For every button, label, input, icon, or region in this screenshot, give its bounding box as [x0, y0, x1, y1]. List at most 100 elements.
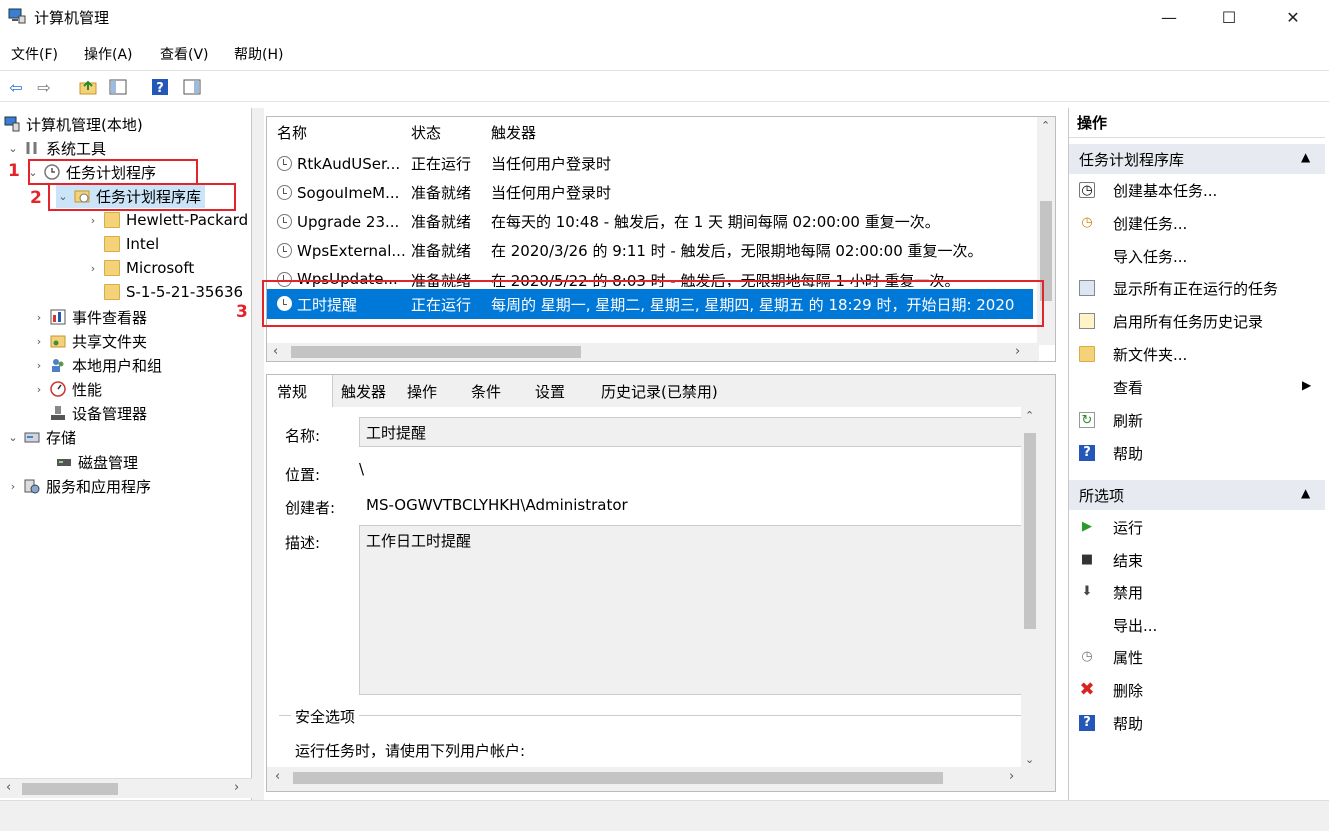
scroll-right-icon[interactable]: ›: [1009, 769, 1014, 784]
column-header-status[interactable]: 状态: [411, 117, 441, 147]
action-properties[interactable]: ◷ 属性: [1079, 642, 1143, 672]
annotation-box-2: [48, 183, 236, 211]
table-row[interactable]: WpsExternal... 准备就绪 在 2020/3/26 的 9:11 时…: [267, 236, 1033, 265]
tree-item-folder[interactable]: S-1-5-21-35636: [86, 280, 243, 304]
scroll-left-icon[interactable]: ‹: [273, 344, 278, 359]
tree-item-system-tools[interactable]: ⌄ 系统工具: [6, 136, 106, 160]
scrollbar-thumb[interactable]: [1024, 433, 1036, 629]
action-enable-history[interactable]: 启用所有任务历史记录: [1079, 306, 1263, 336]
tab-history[interactable]: 历史记录(已禁用): [601, 375, 718, 407]
scroll-up-icon[interactable]: ⌃: [1041, 119, 1050, 132]
chevron-down-icon[interactable]: ⌄: [6, 431, 20, 444]
task-trigger: 在 2020/3/26 的 9:11 时 - 触发后，无限期地每隔 02:00:…: [491, 242, 983, 260]
menu-file[interactable]: 文件(F): [11, 44, 58, 64]
action-import-task[interactable]: 导入任务...: [1079, 241, 1187, 271]
action-label: 帮助: [1113, 444, 1144, 463]
action-view[interactable]: 查看: [1079, 372, 1143, 402]
minimize-button[interactable]: —: [1146, 0, 1192, 34]
action-export[interactable]: 导出...: [1079, 610, 1157, 640]
chevron-right-icon[interactable]: ›: [86, 214, 100, 227]
submenu-arrow-icon[interactable]: ▶: [1302, 378, 1311, 392]
tree-item-local-users[interactable]: › 本地用户和组: [32, 353, 162, 377]
chevron-right-icon[interactable]: ›: [32, 359, 46, 372]
status-bar: [0, 800, 1329, 831]
tree-label: Microsoft: [126, 259, 195, 277]
section-task-library[interactable]: 任务计划程序库 ▲: [1069, 144, 1325, 174]
tree-item-folder[interactable]: Intel: [86, 232, 159, 256]
detail-horizontal-scrollbar[interactable]: ‹ ›: [267, 767, 1021, 789]
show-action-pane-icon[interactable]: [182, 77, 202, 97]
scrollbar-thumb[interactable]: [291, 346, 581, 358]
up-folder-icon[interactable]: [78, 77, 98, 97]
show-tree-icon[interactable]: [108, 77, 128, 97]
section-selected-item[interactable]: 所选项 ▲: [1069, 480, 1325, 510]
action-disable[interactable]: ⬇ 禁用: [1079, 577, 1143, 607]
tab-conditions[interactable]: 条件: [471, 375, 501, 407]
action-refresh[interactable]: ↻ 刷新: [1079, 405, 1143, 435]
left-horizontal-scrollbar[interactable]: ‹ ›: [0, 778, 252, 798]
tree-item-storage[interactable]: ⌄ 存储: [6, 425, 76, 449]
name-field[interactable]: 工时提醒: [359, 417, 1029, 447]
action-help[interactable]: ? 帮助: [1079, 708, 1143, 738]
tab-general[interactable]: 常规: [267, 375, 333, 407]
help-icon[interactable]: ?: [150, 77, 170, 97]
table-row[interactable]: SogouImeM... 准备就绪 当任何用户登录时: [267, 178, 1033, 207]
tab-actions[interactable]: 操作: [407, 375, 437, 407]
column-header-name[interactable]: 名称: [277, 117, 307, 147]
pane-splitter[interactable]: [252, 108, 264, 800]
collapse-icon[interactable]: ▲: [1301, 150, 1310, 164]
table-row[interactable]: Upgrade 23... 准备就绪 在每天的 10:48 - 触发后，在 1 …: [267, 207, 1033, 236]
collapse-icon[interactable]: ▲: [1301, 486, 1310, 500]
scroll-left-icon[interactable]: ‹: [6, 780, 11, 795]
tree-item-shared-folders[interactable]: › 共享文件夹: [32, 329, 147, 353]
tree-item-root[interactable]: 计算机管理(本地): [4, 112, 143, 136]
scroll-left-icon[interactable]: ‹: [275, 769, 280, 784]
action-run[interactable]: ▶ 运行: [1079, 512, 1143, 542]
action-delete[interactable]: ✖ 删除: [1079, 675, 1143, 705]
shared-folder-icon: [50, 335, 66, 348]
chevron-right-icon[interactable]: ›: [6, 480, 20, 493]
author-field[interactable]: MS-OGWVTBCLYHKH\Administrator: [359, 491, 1029, 521]
action-create-basic-task[interactable]: ◷ 创建基本任务...: [1079, 175, 1217, 205]
tree-item-folder[interactable]: › Microsoft: [86, 256, 194, 280]
menu-action[interactable]: 操作(A): [84, 44, 133, 64]
menu-help[interactable]: 帮助(H): [234, 44, 283, 64]
chevron-down-icon[interactable]: ⌄: [6, 142, 20, 155]
scrollbar-thumb[interactable]: [293, 772, 943, 784]
action-show-running[interactable]: 显示所有正在运行的任务: [1079, 273, 1278, 303]
menu-view[interactable]: 查看(V): [160, 44, 209, 64]
chevron-right-icon[interactable]: ›: [32, 311, 46, 324]
chevron-right-icon[interactable]: ›: [32, 383, 46, 396]
back-arrow-icon[interactable]: ⇦: [6, 77, 26, 97]
performance-icon: [50, 381, 66, 397]
scroll-right-icon[interactable]: ›: [234, 780, 239, 795]
tab-triggers[interactable]: 触发器: [341, 375, 386, 407]
scroll-right-icon[interactable]: ›: [1015, 344, 1020, 359]
task-list-horizontal-scrollbar[interactable]: ‹ ›: [267, 343, 1039, 361]
chevron-right-icon[interactable]: ›: [86, 262, 100, 275]
tree-item-disk-management[interactable]: 磁盘管理: [56, 450, 138, 474]
chevron-right-icon[interactable]: ›: [32, 335, 46, 348]
action-help[interactable]: ? 帮助: [1079, 438, 1143, 468]
scroll-up-icon[interactable]: ⌃: [1025, 409, 1034, 422]
scrollbar-thumb[interactable]: [22, 783, 118, 795]
detail-vertical-scrollbar[interactable]: ⌃ ⌄: [1021, 407, 1039, 775]
tree-item-event-viewer[interactable]: › 事件查看器: [32, 305, 147, 329]
description-field[interactable]: 工作日工时提醒: [359, 525, 1029, 695]
maximize-button[interactable]: ☐: [1206, 0, 1252, 34]
action-end[interactable]: ■ 结束: [1079, 545, 1143, 575]
forward-arrow-icon[interactable]: ⇨: [34, 77, 54, 97]
tree-item-folder[interactable]: › Hewlett-Packard: [86, 208, 248, 232]
action-create-task[interactable]: ◷ 创建任务...: [1079, 208, 1187, 238]
scroll-down-icon[interactable]: ⌄: [1025, 753, 1034, 766]
table-row[interactable]: RtkAudUSer... 正在运行 当任何用户登录时: [267, 149, 1033, 178]
task-name: Upgrade 23...: [297, 212, 400, 231]
tree-item-performance[interactable]: › 性能: [32, 377, 102, 401]
tab-settings[interactable]: 设置: [535, 375, 565, 407]
tree-item-device-manager[interactable]: 设备管理器: [50, 401, 147, 425]
column-header-trigger[interactable]: 触发器: [491, 117, 536, 147]
action-new-folder[interactable]: 新文件夹...: [1079, 339, 1187, 369]
close-button[interactable]: ✕: [1270, 0, 1316, 34]
section-label: 所选项: [1079, 486, 1125, 505]
tree-item-services[interactable]: › 服务和应用程序: [6, 474, 151, 498]
